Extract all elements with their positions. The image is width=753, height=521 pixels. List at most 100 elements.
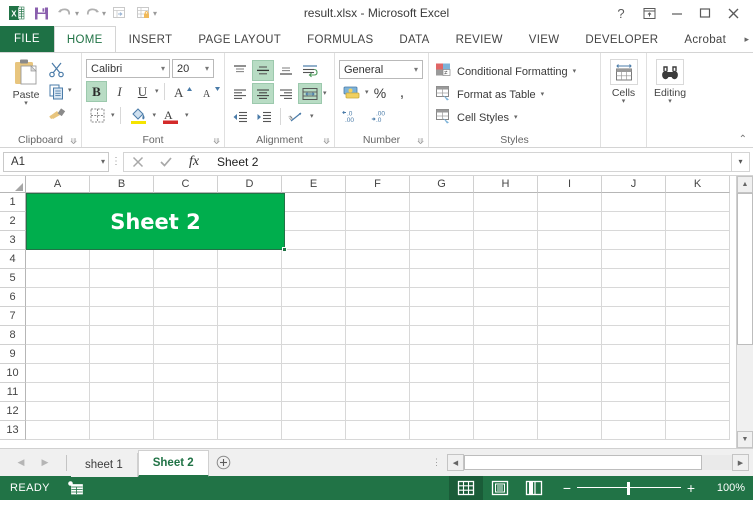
cell-G12[interactable] xyxy=(410,402,474,421)
cell-F7[interactable] xyxy=(346,307,410,326)
cell-K3[interactable] xyxy=(666,231,730,250)
cell-I9[interactable] xyxy=(538,345,602,364)
align-left-button[interactable] xyxy=(229,83,251,104)
insert-function-icon[interactable]: fx xyxy=(180,152,208,171)
cell-F13[interactable] xyxy=(346,421,410,440)
maximize-icon[interactable] xyxy=(691,2,719,24)
cell-I13[interactable] xyxy=(538,421,602,440)
record-macro-icon[interactable] xyxy=(68,481,83,495)
merge-dropdown-caret[interactable]: ▾ xyxy=(323,90,327,97)
cell-E6[interactable] xyxy=(282,288,346,307)
new-sheet-button[interactable] xyxy=(209,451,239,475)
cell-H9[interactable] xyxy=(474,345,538,364)
cell-K6[interactable] xyxy=(666,288,730,307)
column-header-G[interactable]: G xyxy=(410,176,474,193)
cell-B5[interactable] xyxy=(90,269,154,288)
cell-C5[interactable] xyxy=(154,269,218,288)
cell-D12[interactable] xyxy=(218,402,282,421)
cell-J1[interactable] xyxy=(602,193,666,212)
conditional-formatting-button[interactable]: ≠ Conditional Formatting ▾ xyxy=(433,60,578,83)
format-painter-button[interactable] xyxy=(48,103,72,123)
vertical-scroll-thumb[interactable] xyxy=(737,193,753,345)
cut-button[interactable] xyxy=(48,59,72,79)
font-dialog-launcher[interactable]: ⟱ xyxy=(213,137,220,146)
cell-K7[interactable] xyxy=(666,307,730,326)
name-box-caret[interactable]: ▾ xyxy=(101,157,105,166)
vertical-scrollbar[interactable]: ▲ ▼ xyxy=(736,176,753,448)
formula-input[interactable]: Sheet 2 xyxy=(208,151,732,172)
redo-icon[interactable] xyxy=(81,3,103,23)
cell-I6[interactable] xyxy=(538,288,602,307)
tab-acrobat[interactable]: Acrobat xyxy=(671,26,739,52)
sheet-tab-sheet-2[interactable]: Sheet 2 xyxy=(137,449,209,477)
row-header-8[interactable]: 8 xyxy=(0,326,26,345)
cell-D5[interactable] xyxy=(218,269,282,288)
expand-formula-bar-icon[interactable]: ▾ xyxy=(732,151,750,172)
cell-A8[interactable] xyxy=(26,326,90,345)
cell-F10[interactable] xyxy=(346,364,410,383)
horizontal-scrollbar[interactable]: ◀ ▶ xyxy=(447,454,749,471)
conditional-formatting-caret[interactable]: ▾ xyxy=(573,68,577,75)
shrink-font-button[interactable]: A xyxy=(198,81,224,102)
tab-view[interactable]: VIEW xyxy=(516,26,573,52)
zoom-slider-track[interactable] xyxy=(577,476,681,500)
merged-cell-A1:D3[interactable]: Sheet 2 xyxy=(26,193,285,250)
redo-dropdown-caret[interactable]: ▾ xyxy=(102,9,106,18)
cell-J2[interactable] xyxy=(602,212,666,231)
cell-H12[interactable] xyxy=(474,402,538,421)
cell-G5[interactable] xyxy=(410,269,474,288)
cell-H13[interactable] xyxy=(474,421,538,440)
cell-F12[interactable] xyxy=(346,402,410,421)
cell-I11[interactable] xyxy=(538,383,602,402)
last-sheet-button[interactable]: ▶ xyxy=(34,454,56,472)
cell-J10[interactable] xyxy=(602,364,666,383)
fill-color-dropdown-caret[interactable]: ▾ xyxy=(153,112,157,119)
cell-H6[interactable] xyxy=(474,288,538,307)
cell-G9[interactable] xyxy=(410,345,474,364)
undo-icon[interactable] xyxy=(54,3,76,23)
cell-E9[interactable] xyxy=(282,345,346,364)
cell-I7[interactable] xyxy=(538,307,602,326)
column-header-E[interactable]: E xyxy=(282,176,346,193)
cell-B10[interactable] xyxy=(90,364,154,383)
cell-K12[interactable] xyxy=(666,402,730,421)
fill-color-button[interactable] xyxy=(126,105,151,126)
row-header-11[interactable]: 11 xyxy=(0,383,26,402)
column-header-F[interactable]: F xyxy=(346,176,410,193)
help-icon[interactable]: ? xyxy=(607,2,635,24)
cell-B11[interactable] xyxy=(90,383,154,402)
tab-page-layout[interactable]: PAGE LAYOUT xyxy=(185,26,294,52)
cells-button[interactable]: Cells ▾ xyxy=(605,56,642,105)
ribbon-display-options-icon[interactable] xyxy=(635,2,663,24)
cell-F2[interactable] xyxy=(346,212,410,231)
cell-H7[interactable] xyxy=(474,307,538,326)
orientation-dropdown-caret[interactable]: ▾ xyxy=(310,113,314,120)
font-size-combo[interactable]: 20 ▾ xyxy=(172,59,214,78)
cell-E3[interactable] xyxy=(282,231,346,250)
cell-D4[interactable] xyxy=(218,250,282,269)
cell-J4[interactable] xyxy=(602,250,666,269)
sheet-tab-sheet-1[interactable]: sheet 1 xyxy=(71,452,138,477)
cell-J5[interactable] xyxy=(602,269,666,288)
cell-A5[interactable] xyxy=(26,269,90,288)
cell-K5[interactable] xyxy=(666,269,730,288)
row-header-6[interactable]: 6 xyxy=(0,288,26,307)
cell-D13[interactable] xyxy=(218,421,282,440)
grow-font-button[interactable]: A xyxy=(170,81,196,102)
select-all-corner[interactable] xyxy=(0,176,26,193)
cell-F11[interactable] xyxy=(346,383,410,402)
cells-dropdown-caret[interactable]: ▾ xyxy=(622,98,626,105)
column-header-A[interactable]: A xyxy=(26,176,90,193)
underline-dropdown-caret[interactable]: ▾ xyxy=(155,88,159,95)
row-header-10[interactable]: 10 xyxy=(0,364,26,383)
horizontal-scroll-track[interactable] xyxy=(702,455,732,470)
row-header-4[interactable]: 4 xyxy=(0,250,26,269)
italic-button[interactable]: I xyxy=(109,81,130,102)
collapse-ribbon-icon[interactable]: ⌃ xyxy=(739,134,747,145)
cell-B7[interactable] xyxy=(90,307,154,326)
format-as-table-caret[interactable]: ▾ xyxy=(541,91,545,98)
cell-I8[interactable] xyxy=(538,326,602,345)
page-layout-view-button[interactable] xyxy=(483,476,517,500)
cell-H4[interactable] xyxy=(474,250,538,269)
cell-K11[interactable] xyxy=(666,383,730,402)
